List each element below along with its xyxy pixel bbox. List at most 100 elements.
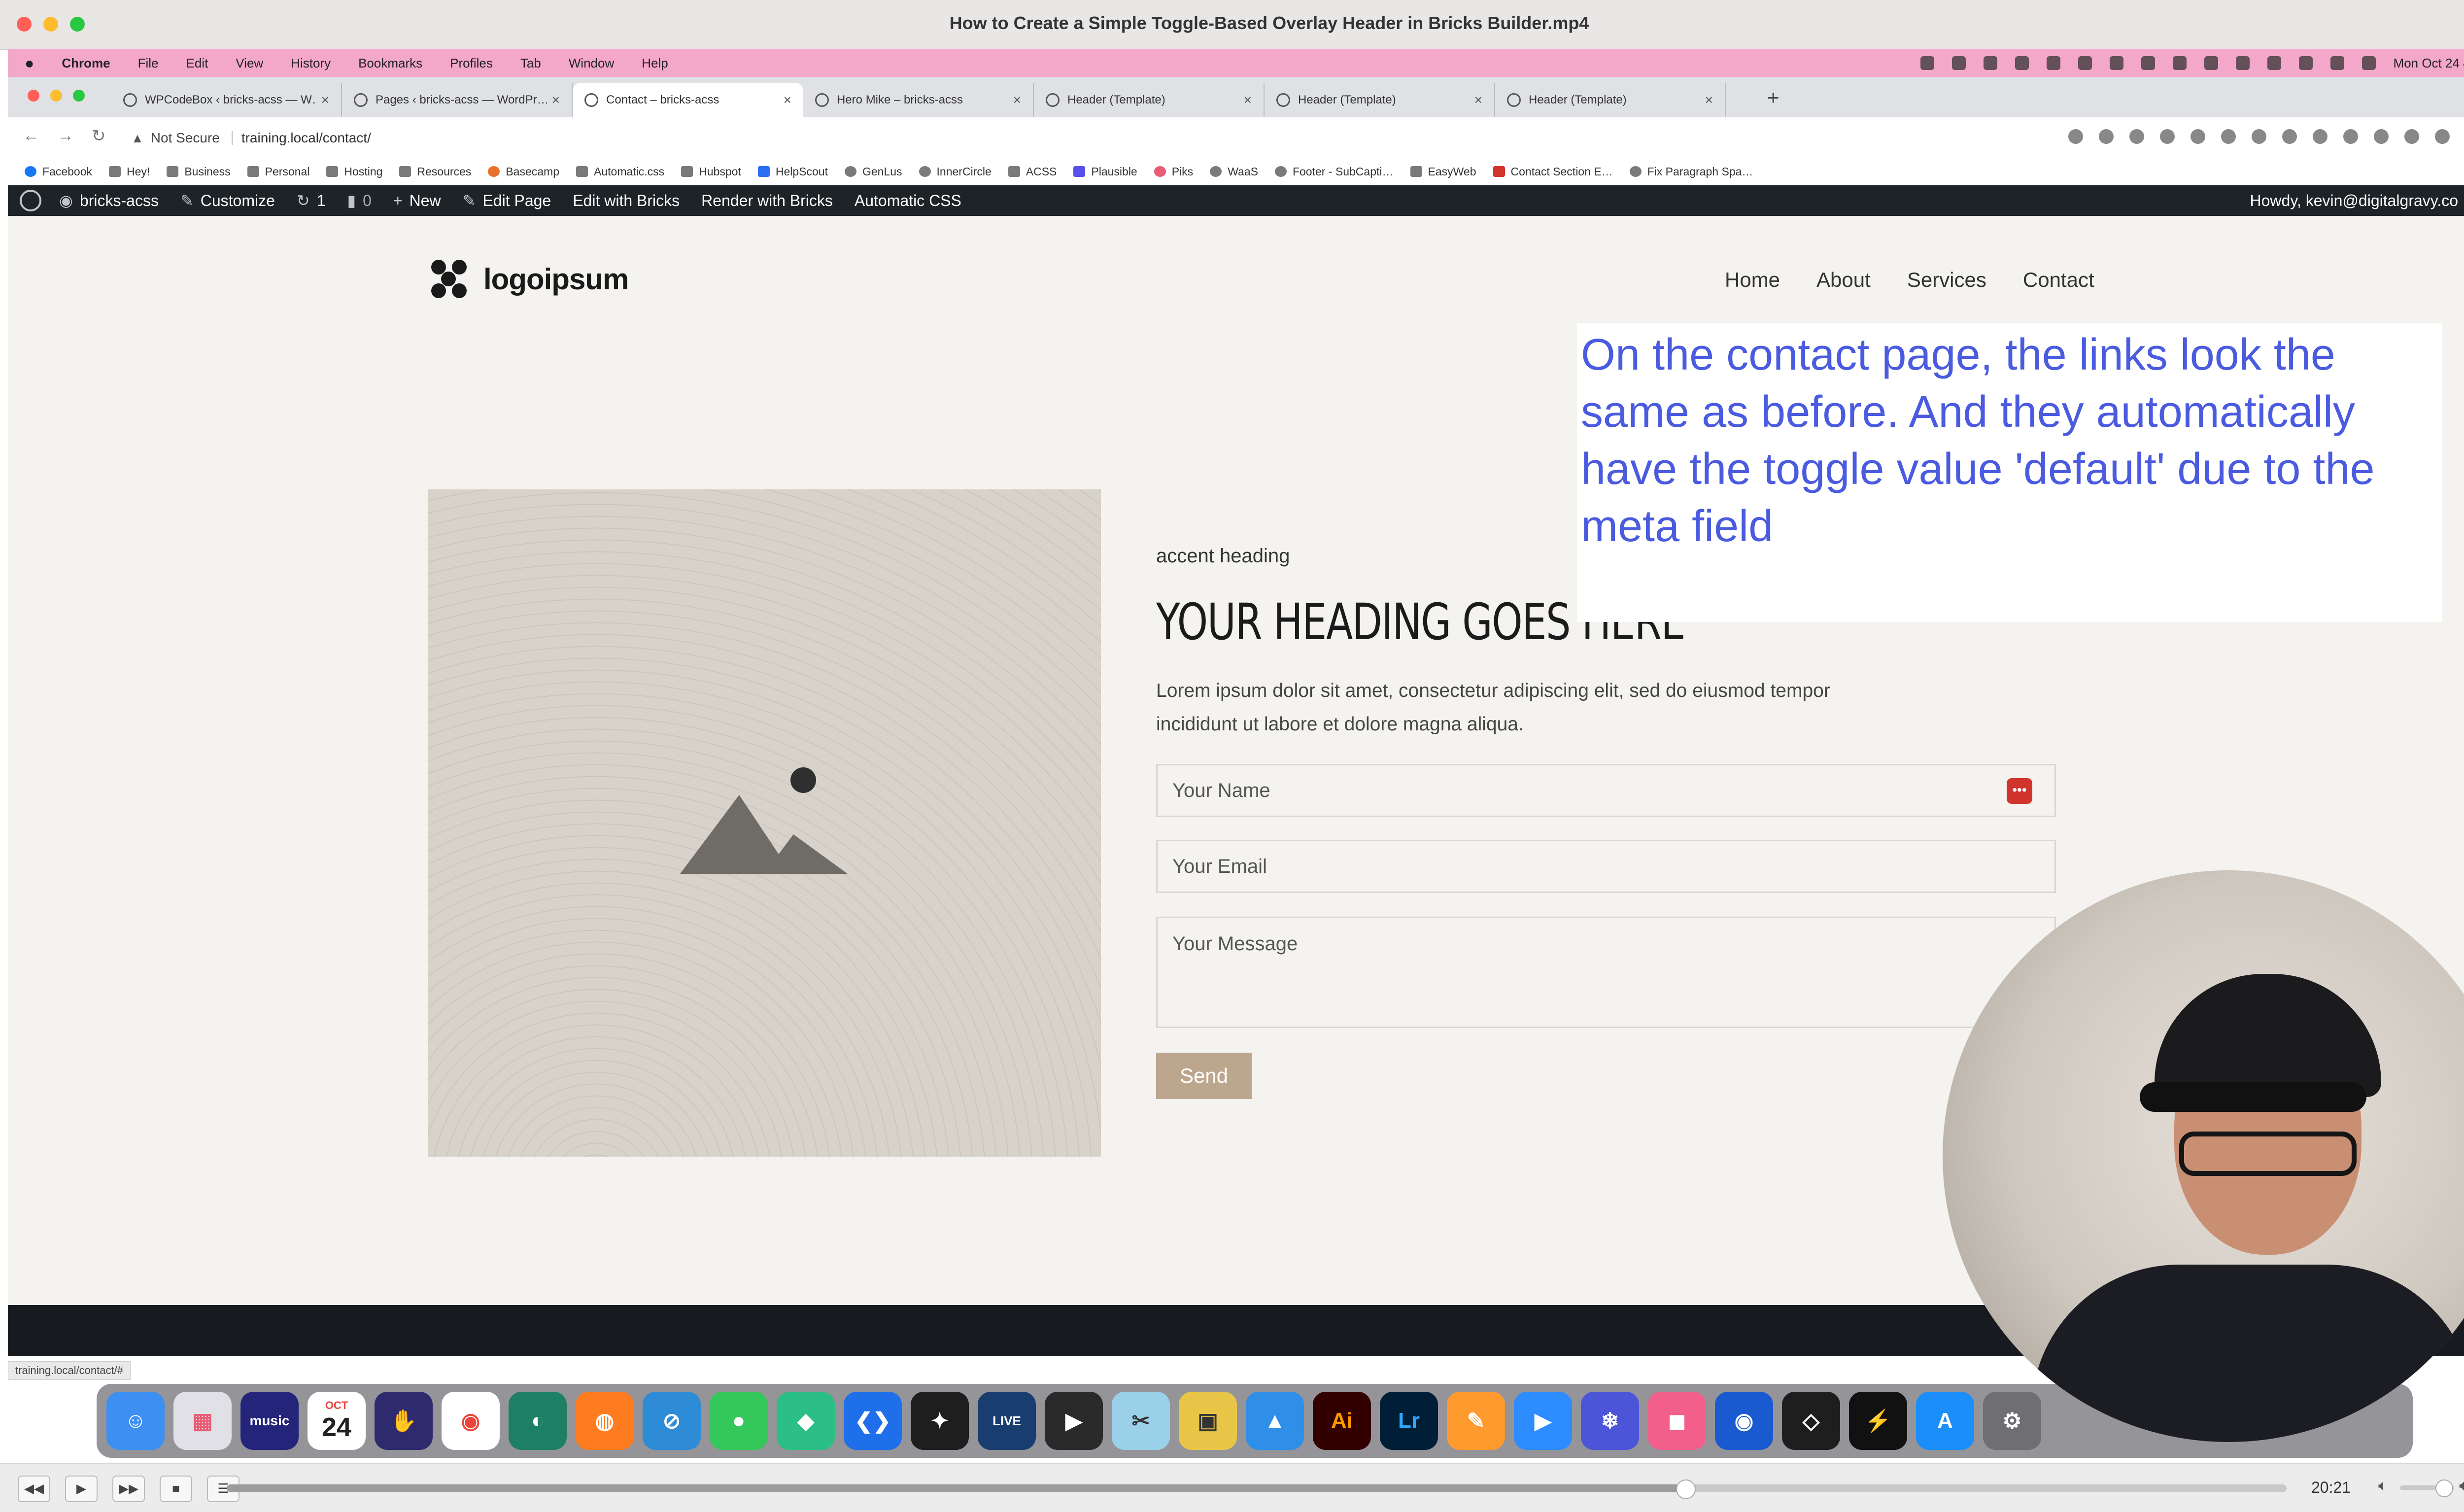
keynote-icon[interactable]: ▲ [1246,1392,1304,1450]
close-icon[interactable]: × [321,92,329,108]
firefox-icon[interactable]: ◍ [576,1392,634,1450]
volume-low-icon[interactable]: 🔈︎ [2378,1478,2387,1494]
tab-header-template[interactable]: Header (Template) × [1034,83,1265,117]
menu-tab[interactable]: Tab [520,56,541,71]
nav-about-link[interactable]: About [1816,268,1871,292]
bookmark-item[interactable]: Automatic.css [576,165,664,178]
menu-edit[interactable]: Edit [186,56,208,71]
extension-icon[interactable] [2343,129,2358,144]
clickup-icon[interactable]: ◐ [509,1392,567,1450]
vscode-icon[interactable]: ❮❯ [844,1392,902,1450]
fast-forward-button[interactable]: ▶▶ [112,1476,145,1502]
message-field[interactable] [1156,917,2056,1028]
admin-comments-link[interactable]: ▮ 0 [347,191,372,210]
close-icon[interactable]: × [1013,92,1021,108]
share-icon[interactable] [2099,129,2114,144]
play-button[interactable]: ▶ [65,1476,98,1502]
automatic-css-link[interactable]: Automatic CSS [855,192,961,210]
status-icon[interactable] [2109,56,2123,70]
extension-icon[interactable] [2374,129,2389,144]
wordpress-logo-icon[interactable] [20,190,41,211]
bookmark-item[interactable]: Footer - SubCapti… [1274,165,1394,178]
extension-icon[interactable] [2221,129,2236,144]
status-icon[interactable] [2172,56,2187,70]
bookmark-item[interactable]: Fix Paragraph Spa… [1629,165,1753,178]
email-field[interactable] [1156,840,2056,893]
menu-window[interactable]: Window [569,56,614,71]
zoom-icon[interactable]: ▶ [1514,1392,1572,1450]
close-icon[interactable]: × [1244,92,1252,108]
menu-chrome[interactable]: Chrome [62,56,110,71]
amazon-music-icon[interactable]: music [240,1392,299,1450]
status-icon[interactable] [2046,56,2060,70]
menubar-clock[interactable]: Mon Oct 24 4:35 PM [2394,56,2464,71]
control-center-icon[interactable] [2361,56,2376,70]
app-store-icon[interactable]: A [1916,1392,1974,1450]
reload-icon[interactable]: ↻ [92,126,106,146]
new-tab-button[interactable]: + [1767,86,1780,109]
bookmark-item[interactable]: ACSS [1008,165,1057,178]
extension-icon[interactable] [2282,129,2297,144]
admin-site-link[interactable]: ◉ bricks-acss [59,191,159,210]
menu-view[interactable]: View [236,56,263,71]
browser-zoom-button[interactable] [73,90,85,102]
extension-icon[interactable] [2313,129,2327,144]
close-icon[interactable]: × [1474,92,1482,108]
search-icon[interactable] [2330,56,2344,70]
nav-services-link[interactable]: Services [1907,268,1986,292]
star-icon[interactable] [2129,129,2144,144]
close-icon[interactable]: × [1705,92,1713,108]
zoom-icon[interactable] [2068,129,2083,144]
bookmark-item[interactable]: Basecamp [488,165,559,178]
tab-header-template[interactable]: Header (Template) × [1265,83,1495,117]
volume-slider[interactable] [2400,1479,2454,1497]
browser-minimize-button[interactable] [50,90,62,102]
puzzle-icon[interactable] [2404,129,2419,144]
status-icon[interactable] [2015,56,2029,70]
status-icon[interactable] [1983,56,1997,70]
browser-close-button[interactable] [28,90,39,102]
rewind-button[interactable]: ◀◀ [18,1476,50,1502]
name-field[interactable] [1156,764,2056,817]
bookmark-item[interactable]: Personal [247,165,309,178]
launchpad-icon[interactable]: ▦ [173,1392,232,1450]
bookmark-item[interactable]: Hubspot [681,165,741,178]
spline-icon[interactable]: ◆ [777,1392,835,1450]
close-icon[interactable]: × [784,92,791,108]
figma-icon[interactable]: ✦ [911,1392,969,1450]
calendar-icon[interactable]: OCT 24 [308,1392,366,1450]
admin-account[interactable]: Howdy, kevin@digitalgravy.co ⚲ [2250,185,2464,216]
bolt-icon[interactable]: ⚡ [1849,1392,1907,1450]
security-label[interactable]: Not Secure [151,130,220,146]
bookmark-item[interactable]: Hey! [109,165,150,178]
extension-icon[interactable] [2190,129,2205,144]
omnibox[interactable]: ▲ Not Secure training.local/contact/ [121,124,2043,152]
seek-bar[interactable] [227,1479,2287,1499]
bookmark-item[interactable]: GenLus [844,165,902,178]
bookmark-item[interactable]: Contact Section E… [1493,165,1613,178]
bookmark-item[interactable]: Hosting [326,165,382,178]
finder-icon[interactable]: ☺ [106,1392,165,1450]
status-icon[interactable] [1951,56,1966,70]
bookmark-item[interactable]: Piks [1154,165,1193,178]
tab-hero-mike[interactable]: Hero Mike – bricks-acss × [803,83,1034,117]
send-button[interactable]: Send [1156,1053,1252,1099]
apple-icon[interactable]: ● [25,54,34,72]
url-text[interactable]: training.local/contact/ [241,130,371,146]
eyedropper-icon[interactable] [2160,129,2175,144]
chrome-icon[interactable]: ◉ [442,1392,500,1450]
sidebar-icon[interactable] [2435,129,2450,144]
1password-icon[interactable]: ◉ [1715,1392,1773,1450]
messages-icon[interactable]: ● [710,1392,768,1450]
forward-icon[interactable]: → [57,126,74,146]
tab-pages[interactable]: Pages ‹ bricks-acss — WordPr… × [342,83,573,117]
bookmark-item[interactable]: EasyWeb [1410,165,1476,178]
bookmark-item[interactable]: Resources [399,165,471,178]
menu-file[interactable]: File [138,56,159,71]
codepen-icon[interactable]: ◇ [1782,1392,1840,1450]
cleaner-icon[interactable]: ▣ [1179,1392,1237,1450]
stop-button[interactable]: ■ [160,1476,192,1502]
menu-help[interactable]: Help [642,56,668,71]
menu-bookmarks[interactable]: Bookmarks [358,56,422,71]
status-icon[interactable] [2204,56,2218,70]
